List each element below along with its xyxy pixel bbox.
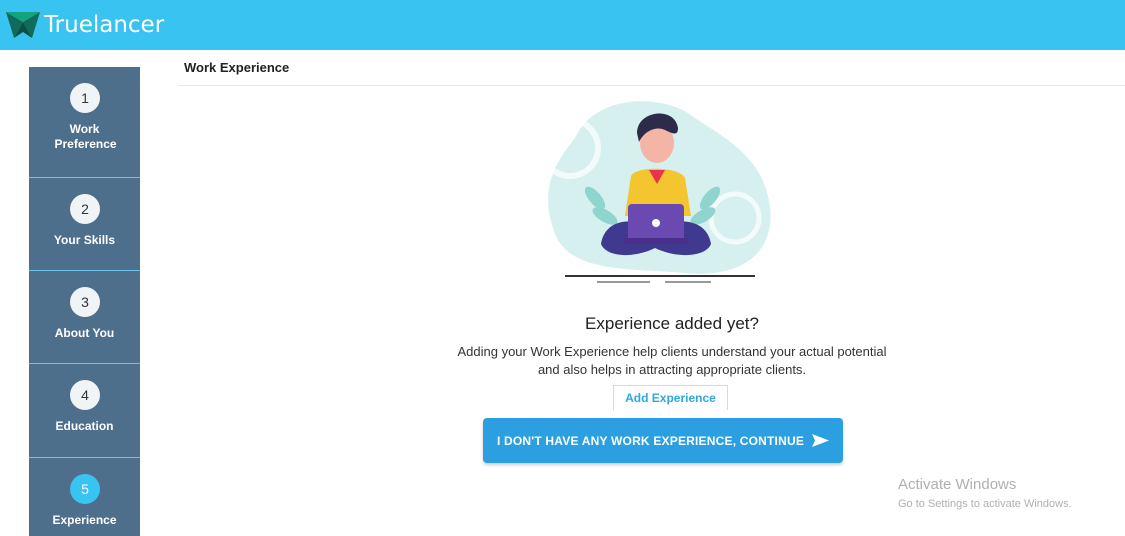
- step-number: 3: [70, 287, 100, 317]
- continue-button-label: I DON'T HAVE ANY WORK EXPERIENCE, CONTIN…: [496, 433, 805, 448]
- step-label: Education: [55, 419, 114, 433]
- steps-sidebar: 1 Work Preference 2 Your Skills 3 About …: [29, 67, 140, 536]
- send-arrow-icon: [812, 434, 830, 447]
- step-number: 4: [70, 380, 100, 410]
- brand-logo[interactable]: Truelancer: [6, 6, 164, 44]
- add-experience-button[interactable]: Add Experience: [613, 385, 728, 410]
- top-navbar: Truelancer: [0, 0, 1125, 50]
- step-number: 2: [70, 194, 100, 224]
- page-title: Work Experience: [184, 60, 290, 75]
- step-label: Your Skills: [53, 233, 116, 247]
- step-label: Experience: [52, 513, 117, 527]
- truelancer-logo-icon: [6, 12, 40, 38]
- continue-without-experience-button[interactable]: I DON'T HAVE ANY WORK EXPERIENCE, CONTIN…: [483, 418, 843, 463]
- step-education[interactable]: 4 Education: [29, 363, 140, 456]
- step-number: 5: [70, 474, 100, 504]
- windows-activation-subtitle: Go to Settings to activate Windows.: [898, 498, 1072, 510]
- description-line-2: and also helps in attracting appropriate…: [537, 362, 807, 377]
- step-your-skills[interactable]: 2 Your Skills: [29, 177, 140, 270]
- step-label: Work Preference: [54, 122, 117, 151]
- brand-name: Truelancer: [44, 12, 165, 38]
- step-label: About You: [54, 326, 115, 340]
- empty-state-description: Adding your Work Experience help clients…: [420, 343, 924, 379]
- step-number: 1: [70, 83, 100, 113]
- empty-state-heading: Experience added yet?: [585, 314, 759, 333]
- title-divider: [178, 85, 1125, 86]
- windows-activation-title: Activate Windows: [898, 476, 1017, 493]
- step-work-preference[interactable]: 1 Work Preference: [29, 67, 140, 160]
- step-about-you[interactable]: 3 About You: [29, 270, 140, 363]
- step-experience[interactable]: 5 Experience: [29, 457, 140, 536]
- description-line-1: Adding your Work Experience help clients…: [457, 344, 887, 359]
- person-with-laptop-illustration: [539, 101, 771, 283]
